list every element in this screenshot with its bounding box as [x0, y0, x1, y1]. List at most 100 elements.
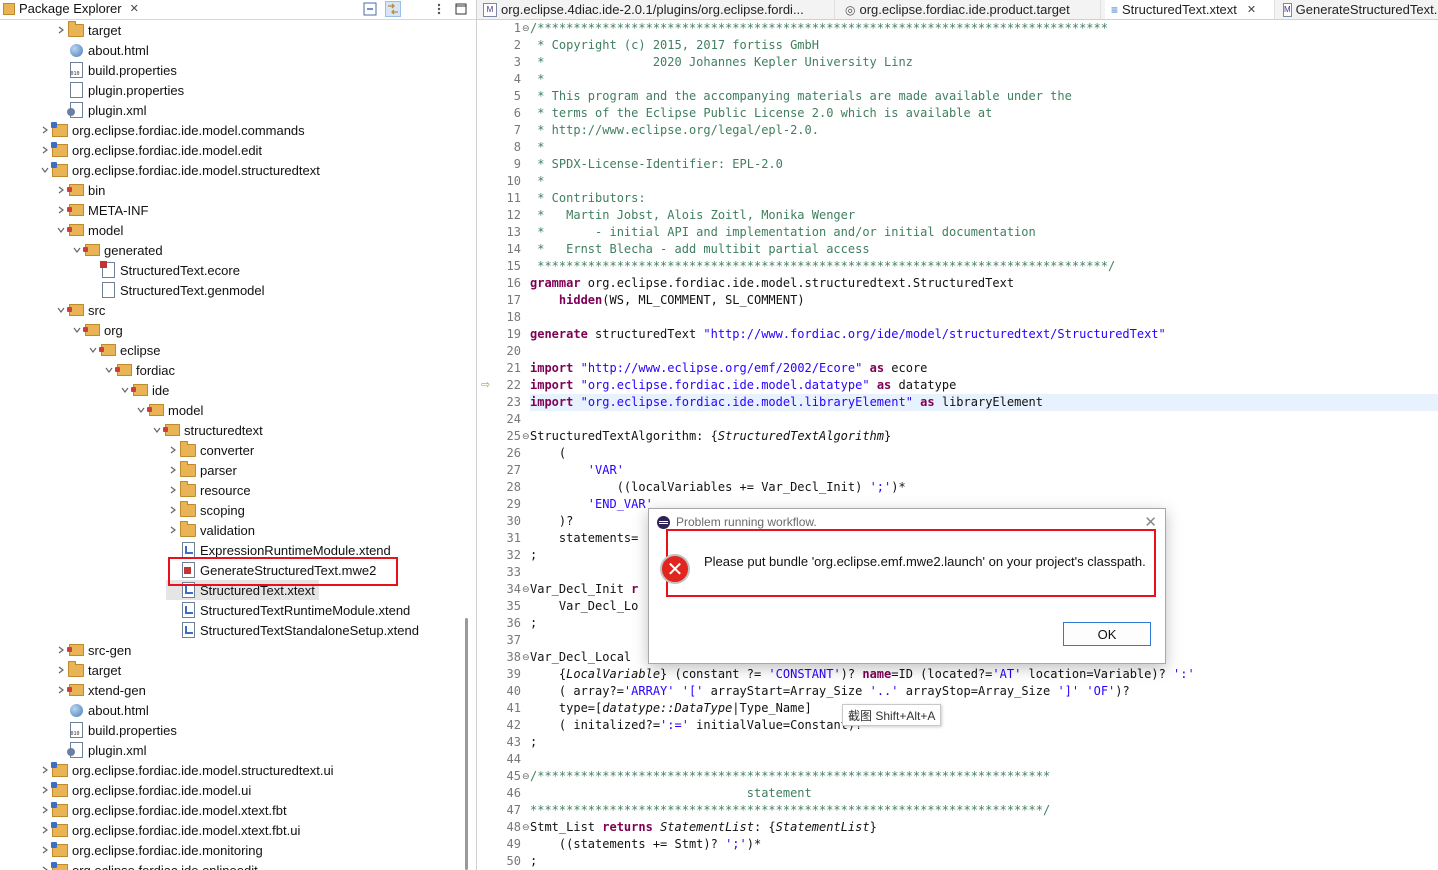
chevron-right-icon[interactable]	[166, 460, 180, 480]
tree-item[interactable]: structuredtext	[150, 420, 263, 440]
package-explorer-tab[interactable]: Package Explorer ✕	[3, 1, 139, 16]
chevron-right-icon[interactable]	[54, 680, 68, 700]
collapse-all-icon[interactable]	[362, 1, 378, 17]
tab-product-target[interactable]: ◎ org.eclipse.fordiac.ide.product.target	[839, 0, 1101, 19]
minimize-icon[interactable]	[453, 1, 469, 17]
tree-item[interactable]: src-gen	[54, 640, 131, 660]
tab-structuredtext-xtext[interactable]: ≡ StructuredText.xtext ✕	[1105, 0, 1275, 19]
tree-item[interactable]: org.eclipse.fordiac.ide.model.edit	[38, 140, 262, 160]
tree-item[interactable]: StructuredTextStandaloneSetup.xtend	[166, 620, 419, 640]
chevron-right-icon[interactable]	[38, 800, 52, 820]
fold-toggle-icon[interactable]: ⊖	[522, 649, 530, 666]
tree-item[interactable]: scoping	[166, 500, 245, 520]
chevron-down-icon[interactable]	[54, 300, 68, 320]
tree-item[interactable]: org.eclipse.fordiac.ide.model.ui	[38, 780, 251, 800]
tree-item[interactable]: org.eclipse.fordiac.ide.model.xtext.fbt.…	[38, 820, 300, 840]
fold-toggle-icon[interactable]: ⊖	[522, 581, 530, 598]
chevron-right-icon[interactable]	[166, 520, 180, 540]
tree-item[interactable]: META-INF	[54, 200, 148, 220]
chevron-right-icon[interactable]	[54, 180, 68, 200]
chevron-right-icon[interactable]	[38, 120, 52, 140]
fold-toggle-icon[interactable]: ⊖	[522, 428, 530, 445]
tree-item[interactable]: bin	[54, 180, 105, 200]
chevron-down-icon[interactable]	[134, 400, 148, 420]
chevron-down-icon[interactable]	[150, 420, 164, 440]
chevron-right-icon[interactable]	[38, 820, 52, 840]
chevron-right-icon[interactable]	[38, 840, 52, 860]
chevron-down-icon[interactable]	[38, 160, 52, 180]
ok-button[interactable]: OK	[1063, 622, 1151, 646]
package-folder-icon	[130, 382, 148, 398]
chevron-right-icon[interactable]	[38, 780, 52, 800]
tree-item[interactable]: about.html	[54, 40, 149, 60]
tree-item[interactable]: build.properties	[54, 720, 177, 740]
line-number: 43	[506, 735, 521, 749]
tree-item-label: org.eclipse.fordiac.ide.model.structured…	[72, 762, 334, 778]
tree-item[interactable]: generated	[70, 240, 163, 260]
package-explorer-panel: Package Explorer ✕ target about.html build…	[0, 0, 477, 870]
tree-item[interactable]: org.eclipse.fordiac.ide.model.structured…	[38, 760, 334, 780]
view-menu-icon[interactable]	[431, 1, 447, 17]
tree-item[interactable]: converter	[166, 440, 254, 460]
chevron-down-icon[interactable]	[70, 240, 84, 260]
code-editor[interactable]: ⇨ 1 ⊖/***********************************…	[477, 20, 1438, 870]
project-icon	[51, 821, 68, 838]
chevron-right-icon[interactable]	[54, 20, 68, 40]
xtend-file-icon	[180, 622, 196, 638]
chevron-right-icon[interactable]	[38, 140, 52, 160]
tree-item[interactable]: org.eclipse.fordiac.ide.model.xtext.fbt	[38, 800, 287, 820]
tree-item[interactable]: src	[54, 300, 105, 320]
tree-item[interactable]: StructuredTextRuntimeModule.xtend	[166, 600, 410, 620]
chevron-down-icon[interactable]	[102, 360, 116, 380]
tree-item[interactable]: model	[134, 400, 203, 420]
tree-item[interactable]: plugin.xml	[54, 100, 147, 120]
tree-item[interactable]: StructuredText.genmodel	[86, 280, 265, 300]
tree-item[interactable]: model	[54, 220, 123, 240]
tree-item[interactable]: validation	[166, 520, 255, 540]
fold-toggle-icon[interactable]: ⊖	[522, 768, 530, 785]
chevron-right-icon[interactable]	[166, 500, 180, 520]
close-icon[interactable]: ✕	[130, 2, 139, 15]
chevron-right-icon[interactable]	[38, 860, 52, 870]
tree-item[interactable]: about.html	[54, 700, 149, 720]
tree-item[interactable]: fordiac	[102, 360, 175, 380]
chevron-down-icon[interactable]	[70, 320, 84, 340]
fold-toggle-icon[interactable]: ⊖	[522, 819, 530, 836]
chevron-right-icon[interactable]	[54, 660, 68, 680]
code-line: ((localVariables += Var_Decl_Init) ';')*	[530, 480, 906, 494]
link-with-editor-icon[interactable]	[385, 1, 401, 17]
chevron-down-icon[interactable]	[54, 220, 68, 240]
tree-item-label: src	[88, 302, 106, 318]
tree-item[interactable]: org.eclipse.fordiac.ide.model.structured…	[38, 160, 320, 180]
tree-item[interactable]: resource	[166, 480, 251, 500]
chevron-right-icon[interactable]	[54, 640, 68, 660]
tree-item-label: plugin.xml	[88, 102, 147, 118]
tree-item[interactable]: target	[54, 660, 121, 680]
code-line: ****************************************…	[530, 803, 1051, 817]
tree-item[interactable]: org.eclipse.fordiac.ide.onlineedit	[38, 860, 258, 870]
chevron-right-icon[interactable]	[38, 760, 52, 780]
chevron-right-icon[interactable]	[166, 480, 180, 500]
tree-item[interactable]: xtend-gen	[54, 680, 146, 700]
chevron-right-icon[interactable]	[54, 200, 68, 220]
tree-item[interactable]: plugin.xml	[54, 740, 147, 760]
close-icon[interactable]: ✕	[1247, 3, 1256, 16]
code-line: ****************************************…	[530, 259, 1116, 273]
chevron-down-icon[interactable]	[118, 380, 132, 400]
chevron-right-icon[interactable]	[166, 440, 180, 460]
tree-item[interactable]: parser	[166, 460, 237, 480]
tree-item[interactable]: org.eclipse.fordiac.ide.model.commands	[38, 120, 305, 140]
tab-4diac-plugins[interactable]: M org.eclipse.4diac.ide-2.0.1/plugins/or…	[477, 0, 835, 19]
scrollbar-thumb[interactable]	[465, 618, 468, 870]
tree-item[interactable]: ide	[118, 380, 169, 400]
tree-item[interactable]: plugin.properties	[54, 80, 184, 100]
tree-item[interactable]: eclipse	[86, 340, 160, 360]
tab-generate-mwe2[interactable]: M GenerateStructuredText.m	[1277, 0, 1438, 19]
fold-toggle-icon[interactable]: ⊖	[522, 20, 530, 37]
tree-item[interactable]: org.eclipse.fordiac.ide.monitoring	[38, 840, 263, 860]
tree-item[interactable]: StructuredText.ecore	[86, 260, 240, 280]
tree-item[interactable]: org	[70, 320, 123, 340]
tree-item[interactable]: target	[54, 20, 121, 40]
chevron-down-icon[interactable]	[86, 340, 100, 360]
tree-item[interactable]: build.properties	[54, 60, 177, 80]
